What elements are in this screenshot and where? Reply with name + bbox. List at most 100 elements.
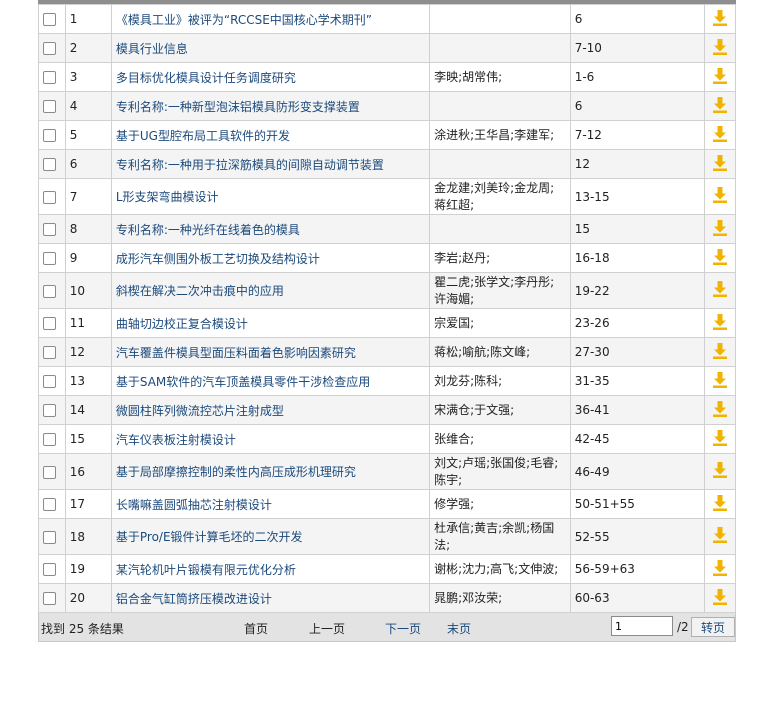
row-checkbox[interactable] — [43, 530, 56, 544]
row-checkbox-cell — [38, 214, 66, 244]
page-number-input[interactable] — [611, 616, 673, 636]
article-title-link[interactable]: 基于SAM软件的汽车顶盖模具零件干涉检查应用 — [116, 375, 370, 389]
download-icon[interactable] — [711, 248, 729, 269]
row-checkbox[interactable] — [43, 433, 56, 446]
download-icon[interactable] — [711, 186, 729, 207]
article-title-link[interactable]: 汽车覆盖件模具型面压料面着色影响因素研究 — [116, 346, 356, 360]
article-authors: 杜承信;黄吉;余凯;杨国法; — [429, 518, 571, 555]
download-icon[interactable] — [711, 9, 729, 30]
article-title-cell: 铝合金气缸筒挤压模改进设计 — [110, 583, 431, 613]
row-checkbox[interactable] — [43, 13, 56, 26]
article-title-cell: 斜楔在解决二次冲击痕中的应用 — [110, 272, 431, 309]
article-pages: 27-30 — [569, 337, 706, 367]
pagination-bar: 找到 25 条结果 首页 上一页 下一页 末页 /2 转页 — [38, 613, 736, 642]
article-title-link[interactable]: 成形汽车侧围外板工艺切换及结构设计 — [116, 252, 320, 266]
row-checkbox[interactable] — [43, 129, 56, 142]
article-pages: 31-35 — [569, 366, 706, 396]
download-icon[interactable] — [711, 38, 729, 59]
row-checkbox[interactable] — [43, 563, 56, 576]
article-title-link[interactable]: 汽车仪表板注射模设计 — [116, 433, 236, 447]
row-number: 19 — [64, 554, 112, 584]
article-title-link[interactable]: 专利名称:一种用于拉深筋模具的间隙自动调节装置 — [116, 158, 384, 172]
row-checkbox[interactable] — [43, 346, 56, 359]
row-checkbox-cell — [38, 366, 66, 396]
article-title-link[interactable]: 微圆柱阵列微流控芯片注射成型 — [116, 404, 284, 418]
download-icon[interactable] — [711, 588, 729, 609]
row-number: 1 — [64, 4, 112, 34]
article-pages: 15 — [569, 214, 706, 244]
download-icon[interactable] — [711, 494, 729, 515]
article-authors — [429, 91, 571, 121]
download-icon[interactable] — [711, 371, 729, 392]
download-icon[interactable] — [711, 429, 729, 450]
row-checkbox-cell — [38, 583, 66, 613]
article-title-link[interactable]: 基于局部摩擦控制的柔性内高压成形机理研究 — [116, 465, 356, 479]
download-icon[interactable] — [711, 154, 729, 175]
article-title-link[interactable]: 某汽轮机叶片锻模有限元优化分析 — [116, 563, 296, 577]
row-checkbox[interactable] — [43, 223, 56, 236]
article-title-link[interactable]: 专利名称:一种光纤在线着色的模具 — [116, 223, 300, 237]
article-title-link[interactable]: 《模具工业》被评为“RCCSE中国核心学术期刊” — [116, 13, 372, 27]
article-authors: 谢彬;沈力;高飞;文伸波; — [429, 554, 571, 584]
row-checkbox-cell — [38, 4, 66, 34]
table-row: 20 铝合金气缸筒挤压模改进设计 晁鹏;邓汝荣; 60-63 — [38, 583, 736, 613]
article-title-link[interactable]: 基于UG型腔布局工具软件的开发 — [116, 129, 290, 143]
download-icon[interactable] — [711, 313, 729, 334]
row-checkbox[interactable] — [43, 42, 56, 55]
article-title-link[interactable]: 模具行业信息 — [116, 42, 188, 56]
article-authors — [429, 33, 571, 63]
download-cell — [704, 33, 736, 63]
download-icon[interactable] — [711, 96, 729, 117]
article-title-cell: 专利名称:一种光纤在线着色的模具 — [110, 214, 431, 244]
next-page-link[interactable]: 下一页 — [385, 620, 421, 637]
row-checkbox[interactable] — [43, 592, 56, 605]
article-title-link[interactable]: 专利名称:一种新型泡沫铝模具防形变支撑装置 — [116, 100, 360, 114]
row-checkbox-cell — [38, 272, 66, 309]
article-title-cell: 汽车仪表板注射模设计 — [110, 424, 431, 454]
go-page-button[interactable]: 转页 — [691, 617, 735, 637]
article-title-link[interactable]: 曲轴切边校正复合模设计 — [116, 317, 248, 331]
article-pages: 46-49 — [569, 453, 706, 490]
table-row: 10 斜楔在解决二次冲击痕中的应用 瞿二虎;张学文;李丹彤;许海媚; 19-22 — [38, 272, 736, 309]
row-checkbox[interactable] — [43, 190, 56, 204]
article-title-link[interactable]: L形支架弯曲模设计 — [116, 190, 219, 204]
download-icon[interactable] — [711, 342, 729, 363]
row-checkbox[interactable] — [43, 284, 56, 298]
article-pages: 52-55 — [569, 518, 706, 555]
row-checkbox[interactable] — [43, 498, 56, 511]
download-icon[interactable] — [711, 219, 729, 240]
article-authors: 刘文;卢瑶;张国俊;毛睿;陈宇; — [429, 453, 571, 490]
row-checkbox[interactable] — [43, 404, 56, 417]
download-icon[interactable] — [711, 280, 729, 301]
article-title-link[interactable]: 铝合金气缸筒挤压模改进设计 — [116, 592, 272, 606]
table-row: 2 模具行业信息 7-10 — [38, 33, 736, 63]
row-checkbox[interactable] — [43, 465, 56, 479]
download-icon[interactable] — [711, 67, 729, 88]
row-checkbox[interactable] — [43, 375, 56, 388]
results-panel: 1 《模具工业》被评为“RCCSE中国核心学术期刊” 6 2 模具行业信息 7-10 3 多目… — [38, 0, 736, 642]
article-title-link[interactable]: 长嘴嘛盖圆弧抽芯注射模设计 — [116, 498, 272, 512]
download-icon[interactable] — [711, 461, 729, 482]
download-cell — [704, 214, 736, 244]
row-checkbox[interactable] — [43, 317, 56, 330]
row-checkbox-cell — [38, 91, 66, 121]
download-icon[interactable] — [711, 125, 729, 146]
last-page-link[interactable]: 末页 — [447, 620, 471, 637]
download-cell — [704, 178, 736, 215]
row-checkbox[interactable] — [43, 71, 56, 84]
article-title-link[interactable]: 斜楔在解决二次冲击痕中的应用 — [116, 284, 284, 298]
article-title-link[interactable]: 基于Pro/E锻件计算毛坯的二次开发 — [116, 530, 303, 544]
row-checkbox[interactable] — [43, 158, 56, 171]
download-cell — [704, 120, 736, 150]
prev-page-link[interactable]: 上一页 — [309, 620, 345, 637]
download-icon[interactable] — [711, 526, 729, 547]
article-title-cell: 专利名称:一种新型泡沫铝模具防形变支撑装置 — [110, 91, 431, 121]
first-page-link[interactable]: 首页 — [244, 620, 268, 637]
row-checkbox[interactable] — [43, 252, 56, 265]
download-icon[interactable] — [711, 400, 729, 421]
row-checkbox[interactable] — [43, 100, 56, 113]
download-icon[interactable] — [711, 559, 729, 580]
article-title-link[interactable]: 多目标优化模具设计任务调度研究 — [116, 71, 296, 85]
row-checkbox-cell — [38, 453, 66, 490]
row-number: 9 — [64, 243, 112, 273]
